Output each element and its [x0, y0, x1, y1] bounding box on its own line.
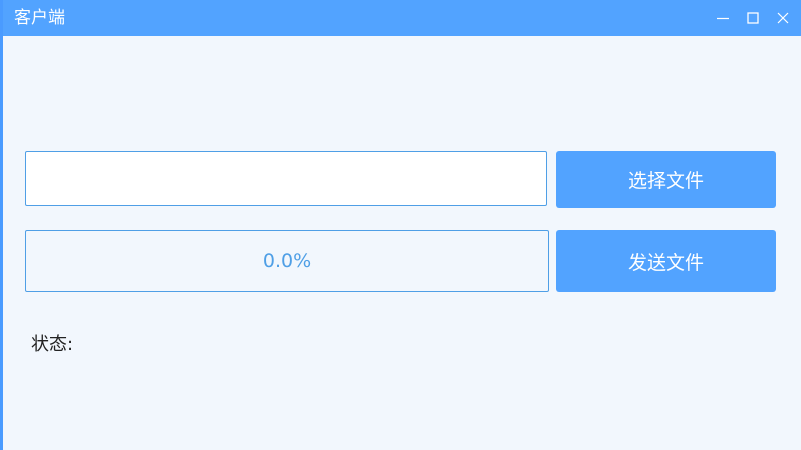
status-label: 状态: [31, 334, 74, 355]
select-file-button[interactable]: 选择文件 [556, 151, 776, 208]
send-progress-bar: 0.0% [25, 230, 549, 292]
maximize-button[interactable] [742, 8, 764, 28]
client-window: 客户端 选择文件 0.0% 发送文件 状态: [0, 0, 801, 450]
send-file-button[interactable]: 发送文件 [556, 230, 776, 292]
title-bar[interactable]: 客户端 [3, 0, 801, 36]
file-path-input[interactable] [25, 151, 547, 206]
close-button[interactable] [772, 8, 794, 28]
window-title: 客户端 [14, 8, 65, 28]
minimize-icon [717, 17, 729, 20]
minimize-button[interactable] [712, 8, 734, 28]
close-icon [777, 12, 789, 24]
maximize-icon [747, 12, 759, 24]
progress-text: 0.0% [262, 250, 312, 272]
